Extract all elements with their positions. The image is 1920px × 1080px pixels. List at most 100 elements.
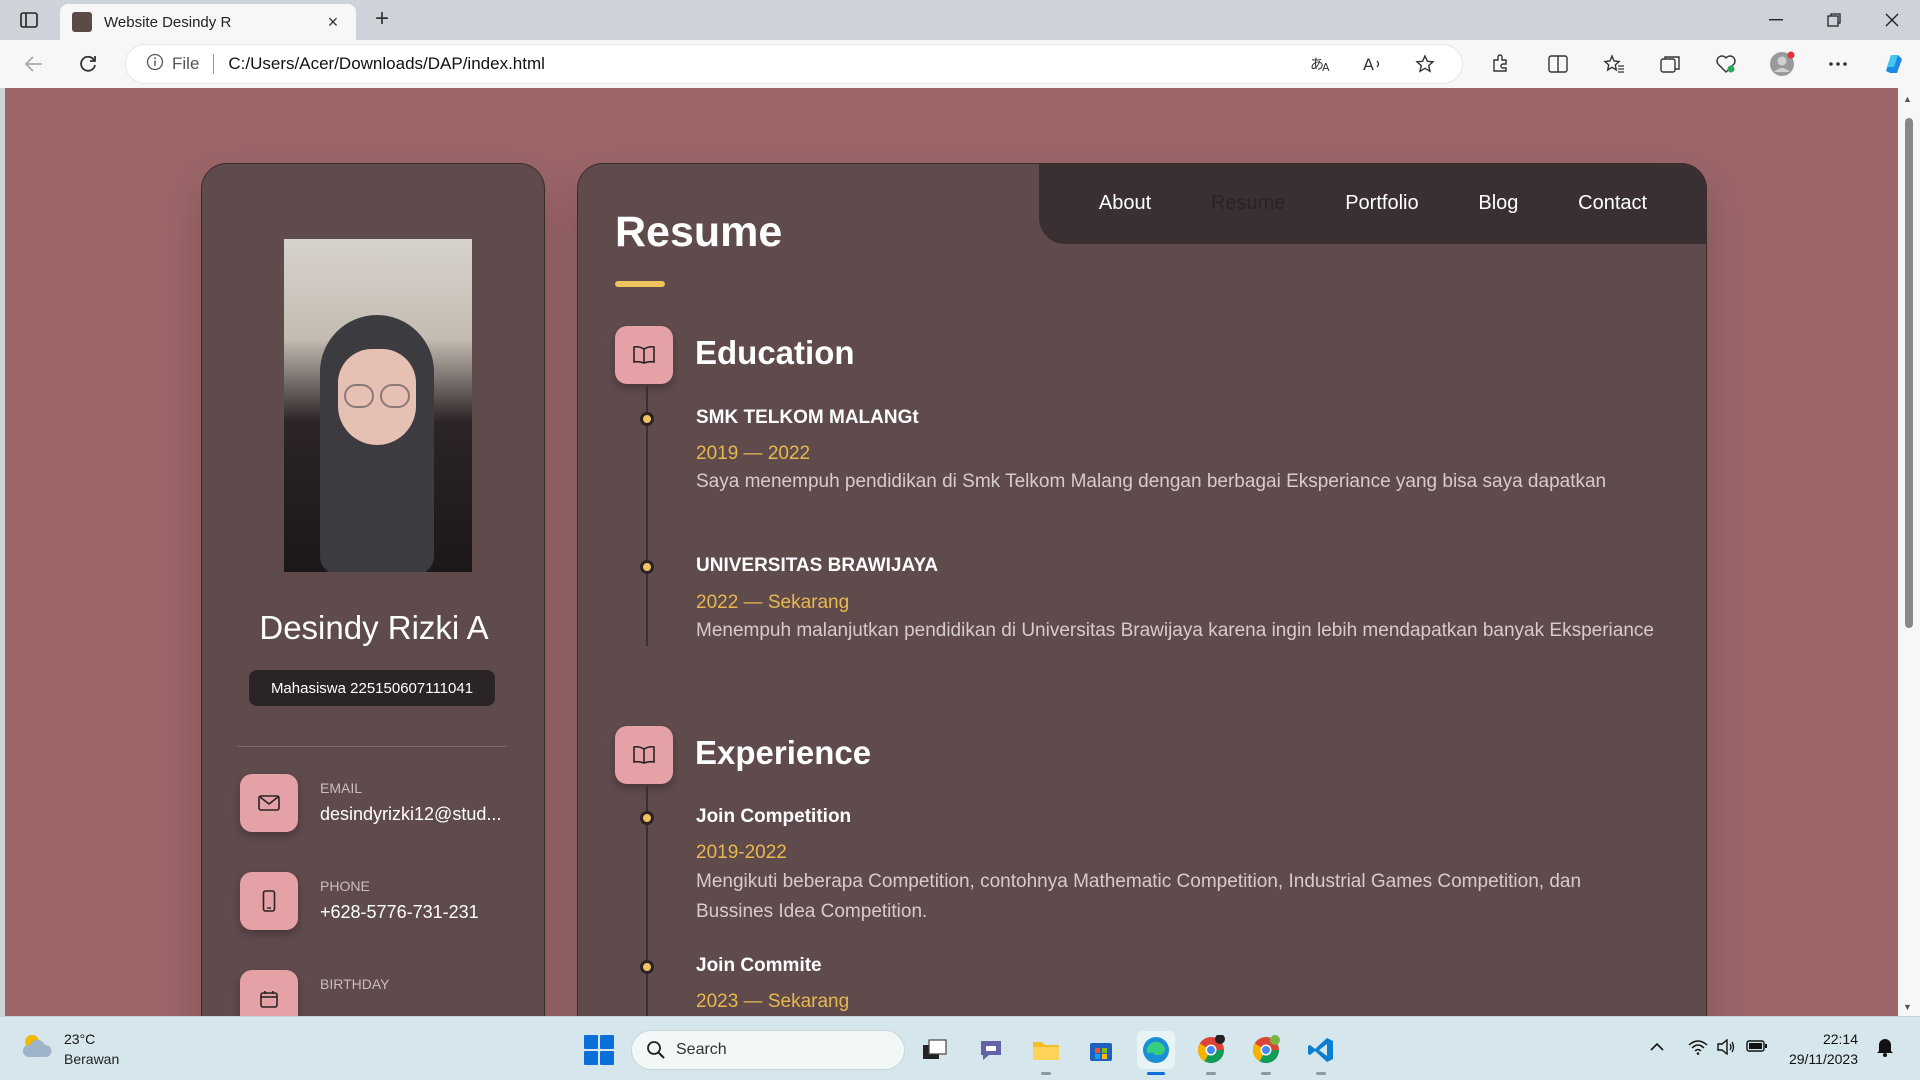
timeline-dot: [640, 960, 654, 974]
weather-description[interactable]: Berawan: [64, 1051, 119, 1067]
search-label: Search: [676, 1041, 727, 1058]
book-icon: [615, 726, 673, 784]
info-icon[interactable]: [146, 53, 164, 75]
more-icon[interactable]: [1822, 50, 1854, 78]
profile-title-badge: Mahasiswa 225150607111041: [249, 670, 495, 706]
chrome-icon[interactable]: [1192, 1031, 1230, 1075]
contact-label: EMAIL: [320, 780, 363, 796]
calendar-icon: [240, 970, 298, 1016]
nav-resume[interactable]: Resume: [1211, 192, 1285, 215]
notification-bell-icon[interactable]: [1876, 1037, 1894, 1061]
windows-taskbar: 23°C Berawan Search 22:14 29/11/2023: [0, 1016, 1920, 1080]
phone-value[interactable]: +628-5776-731-231: [320, 902, 510, 923]
page-scrollbar[interactable]: ▲ ▼: [1898, 88, 1920, 1016]
email-value[interactable]: desindyrizki12@stud...: [320, 804, 510, 825]
timeline-dot: [640, 412, 654, 426]
education-item-date: 2022 — Sekarang: [696, 592, 850, 613]
taskbar-search[interactable]: Search: [632, 1031, 904, 1069]
new-tab-button[interactable]: +: [368, 6, 396, 34]
edge-browser-icon[interactable]: [1137, 1031, 1175, 1075]
contact-label: PHONE: [320, 878, 370, 894]
education-item-desc: Saya menempuh pendidikan di Smk Telkom M…: [696, 471, 1607, 492]
microsoft-store-icon[interactable]: [1082, 1031, 1120, 1069]
address-prefix: File: [172, 54, 200, 73]
copilot-icon[interactable]: [1878, 50, 1910, 78]
experience-item-date: 2019-2022: [696, 842, 787, 863]
education-item-title: SMK TELKOM MALANGt: [696, 407, 919, 428]
sidebar-toggle-icon[interactable]: [14, 8, 44, 32]
translate-icon[interactable]: あA: [1304, 49, 1338, 79]
profile-icon[interactable]: [1766, 50, 1798, 78]
app-running-indicator: [1316, 1072, 1326, 1075]
read-aloud-icon[interactable]: A: [1356, 49, 1390, 79]
browser-tab[interactable]: Website Desindy R ×: [60, 4, 356, 40]
clock-time[interactable]: 22:14: [1823, 1031, 1858, 1047]
wifi-icon[interactable]: [1688, 1039, 1708, 1059]
main-navbar: About Resume Portfolio Blog Contact: [1039, 163, 1707, 244]
weather-temperature[interactable]: 23°C: [64, 1031, 95, 1047]
windows-start-icon[interactable]: [584, 1035, 614, 1065]
phone-icon: [240, 872, 298, 930]
clock-date[interactable]: 29/11/2023: [1789, 1051, 1858, 1067]
svg-text:A: A: [1363, 55, 1374, 73]
back-icon[interactable]: [18, 48, 50, 80]
file-explorer-icon[interactable]: [1027, 1031, 1065, 1075]
minimize-button[interactable]: [1748, 0, 1804, 40]
refresh-icon[interactable]: [72, 48, 104, 80]
chevron-up-icon[interactable]: [1650, 1039, 1664, 1056]
split-screen-icon[interactable]: [1542, 50, 1574, 78]
task-view-icon[interactable]: [916, 1031, 954, 1069]
url-text[interactable]: C:/Users/Acer/Downloads/DAP/index.html: [228, 54, 1286, 74]
app-running-indicator: [1206, 1072, 1216, 1075]
volume-icon[interactable]: [1716, 1038, 1736, 1059]
timeline-dot: [640, 560, 654, 574]
app-running-indicator: [1041, 1072, 1051, 1075]
address-bar[interactable]: File C:/Users/Acer/Downloads/DAP/index.h…: [126, 45, 1462, 83]
close-window-button[interactable]: [1864, 0, 1920, 40]
collections-icon[interactable]: [1654, 50, 1686, 78]
nav-blog[interactable]: Blog: [1478, 192, 1518, 215]
extensions-icon[interactable]: [1484, 50, 1516, 78]
browser-toolbar: File C:/Users/Acer/Downloads/DAP/index.h…: [0, 40, 1920, 88]
resume-card: About Resume Portfolio Blog Contact Resu…: [577, 163, 1707, 1016]
favorite-star-icon[interactable]: [1408, 49, 1442, 79]
experience-item-desc: Mengikuti beberapa Competition, contohny…: [696, 871, 1582, 922]
experience-item-title: Join Commite: [696, 955, 822, 976]
search-icon: [647, 1041, 665, 1059]
book-icon: [615, 326, 673, 384]
contact-email[interactable]: EMAIL desindyrizki12@stud...: [240, 774, 520, 834]
scroll-thumb[interactable]: [1905, 118, 1913, 628]
battery-icon[interactable]: [1746, 1039, 1768, 1057]
vscode-icon[interactable]: [1302, 1031, 1340, 1075]
experience-item-date: 2023 — Sekarang: [696, 991, 850, 1012]
restore-button[interactable]: [1806, 0, 1862, 40]
tab-favicon: [72, 12, 92, 32]
browser-essentials-icon[interactable]: [1710, 50, 1742, 78]
contact-phone[interactable]: PHONE +628-5776-731-231: [240, 872, 520, 932]
svg-text:A: A: [1322, 61, 1330, 73]
tab-title: Website Desindy R: [104, 13, 232, 31]
education-item-title: UNIVERSITAS BRAWIJAYA: [696, 555, 939, 576]
profile-photo: [284, 239, 472, 572]
profile-name: Desindy Rizki A: [259, 609, 489, 646]
browser-tab-bar: Website Desindy R × +: [0, 0, 1920, 40]
weather-cloud-icon[interactable]: [20, 1031, 54, 1065]
experience-item-title: Join Competition: [696, 806, 852, 827]
tab-close-icon[interactable]: ×: [322, 12, 344, 33]
teams-chat-icon[interactable]: [972, 1031, 1010, 1069]
favorites-icon[interactable]: [1598, 50, 1630, 78]
sidebar-divider: [238, 746, 506, 747]
nav-portfolio[interactable]: Portfolio: [1345, 192, 1418, 215]
profile-sidebar: Desindy Rizki A Mahasiswa 22515060711104…: [201, 163, 545, 1016]
education-title: Education: [695, 334, 855, 371]
contact-birthday: BIRTHDAY: [240, 970, 520, 1016]
address-separator: [213, 54, 215, 74]
timeline-dot: [640, 811, 654, 825]
scroll-down-arrow[interactable]: ▼: [1903, 1002, 1912, 1012]
scroll-up-arrow[interactable]: ▲: [1903, 94, 1912, 104]
chrome-profile-icon[interactable]: [1247, 1031, 1285, 1075]
page-title: Resume: [615, 208, 783, 256]
nav-about[interactable]: About: [1099, 192, 1151, 215]
education-item-desc: Menempuh malanjutkan pendidikan di Unive…: [696, 620, 1654, 641]
nav-contact[interactable]: Contact: [1578, 192, 1647, 215]
